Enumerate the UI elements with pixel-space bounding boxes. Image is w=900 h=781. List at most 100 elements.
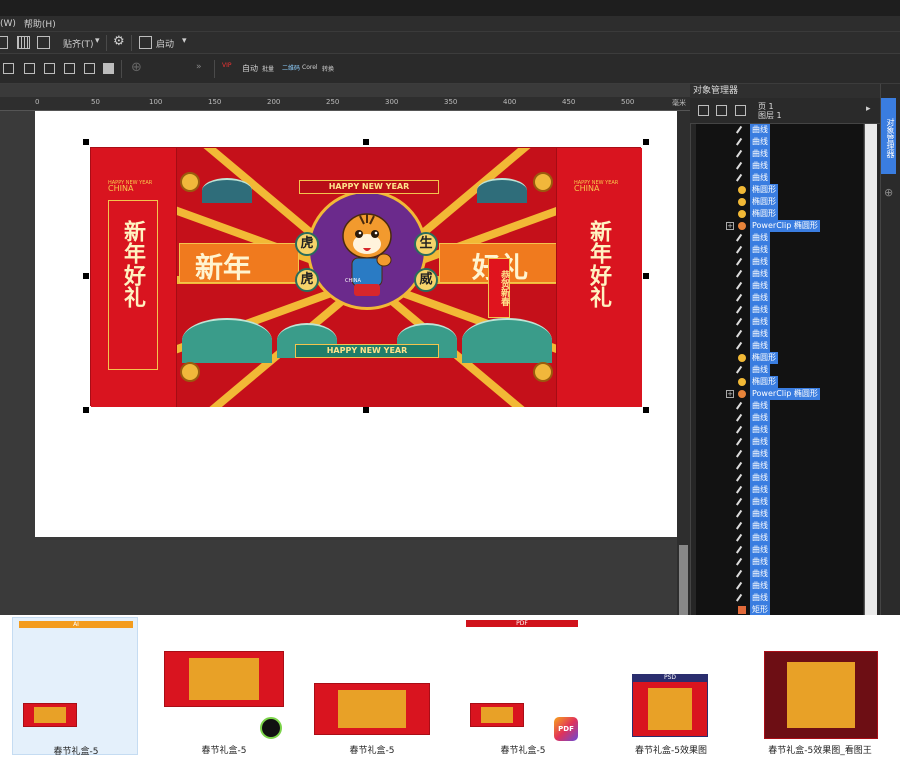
object-tree-row[interactable]: 曲线 — [696, 436, 863, 448]
object-label[interactable]: 曲线 — [750, 520, 770, 532]
add-docker-icon[interactable]: ⊕ — [884, 186, 893, 199]
object-label[interactable]: 曲线 — [750, 424, 770, 436]
expand-icon[interactable]: + — [726, 222, 734, 230]
object-tree-row[interactable]: 曲线 — [696, 328, 863, 340]
object-label[interactable]: 曲线 — [750, 148, 770, 160]
object-label[interactable]: 曲线 — [750, 508, 770, 520]
object-tree-row[interactable]: 椭圆形 — [696, 376, 863, 388]
object-tree-row[interactable]: 曲线 — [696, 148, 863, 160]
object-label[interactable]: 曲线 — [750, 232, 770, 244]
object-label[interactable]: 曲线 — [750, 328, 770, 340]
vip-icon[interactable]: VIP — [222, 63, 232, 69]
object-tree-row[interactable]: 曲线 — [696, 544, 863, 556]
object-label[interactable]: PowerClip 椭圆形 — [750, 388, 820, 400]
object-tree-row[interactable]: 曲线 — [696, 316, 863, 328]
convert-tool-icon[interactable]: 转换 — [322, 64, 334, 73]
selection-handle-left[interactable] — [83, 273, 89, 279]
object-label[interactable]: 曲线 — [750, 532, 770, 544]
object-tree-row[interactable]: 曲线 — [696, 124, 863, 136]
object-label[interactable]: 曲线 — [750, 268, 770, 280]
snap-dropdown-label[interactable]: 贴齐(T) — [63, 37, 94, 50]
object-tree-row[interactable]: 曲线 — [696, 460, 863, 472]
object-tree-row[interactable]: 椭圆形 — [696, 208, 863, 220]
expand-icon[interactable]: + — [726, 390, 734, 398]
object-label[interactable]: 曲线 — [750, 448, 770, 460]
auto-tool-icon[interactable]: 自动 — [242, 63, 258, 74]
file-thumbnail[interactable]: PSD 春节礼盒-5效果图 — [628, 617, 714, 756]
object-label[interactable]: 曲线 — [750, 472, 770, 484]
trim-icon[interactable] — [24, 63, 35, 74]
chevron-down-icon[interactable]: ▾ — [182, 36, 187, 46]
selection-handle-top-left[interactable] — [83, 139, 89, 145]
vertical-scrollbar[interactable] — [677, 111, 690, 615]
gear-icon[interactable]: ⚙ — [113, 34, 125, 49]
selection-handle-right[interactable] — [643, 273, 649, 279]
object-tree-row[interactable]: 曲线 — [696, 472, 863, 484]
object-tree-row[interactable]: + PowerClip 椭圆形 — [696, 388, 863, 400]
object-label[interactable]: 曲线 — [750, 412, 770, 424]
file-thumbnail[interactable]: 春节礼盒-5 — [310, 617, 434, 756]
menu-item-help[interactable]: 帮助(H) — [20, 17, 60, 30]
object-tree-row[interactable]: 曲线 — [696, 340, 863, 352]
object-label[interactable]: PowerClip 椭圆形 — [750, 220, 820, 232]
object-label[interactable]: 曲线 — [750, 364, 770, 376]
object-label[interactable]: 矩形 — [750, 604, 770, 615]
object-tree-row[interactable]: 椭圆形 — [696, 352, 863, 364]
selection-handle-top[interactable] — [363, 139, 369, 145]
layer-manager-icon[interactable] — [716, 105, 727, 116]
chevron-down-icon[interactable]: ▾ — [95, 36, 100, 46]
object-tree-scrollbar[interactable] — [864, 124, 877, 615]
object-tree-row[interactable]: 曲线 — [696, 256, 863, 268]
object-label[interactable]: 曲线 — [750, 484, 770, 496]
selection-handle-bottom[interactable] — [363, 407, 369, 413]
object-tree-row[interactable]: 曲线 — [696, 268, 863, 280]
object-tree-row[interactable]: 曲线 — [696, 244, 863, 256]
launch-dropdown-label[interactable]: 启动 — [156, 37, 174, 50]
object-tree-row[interactable]: 曲线 — [696, 304, 863, 316]
grid-toggle-icon[interactable] — [0, 36, 8, 49]
menu-item-window[interactable]: (W) — [0, 19, 20, 29]
object-label[interactable]: 曲线 — [750, 580, 770, 592]
object-label[interactable]: 椭圆形 — [750, 208, 778, 220]
object-label[interactable]: 椭圆形 — [750, 196, 778, 208]
object-tree-row[interactable]: 曲线 — [696, 508, 863, 520]
object-label[interactable]: 椭圆形 — [750, 352, 778, 364]
file-thumbnail[interactable]: 春节礼盒-5 — [160, 617, 288, 756]
object-tree-row[interactable]: 曲线 — [696, 580, 863, 592]
boundary-icon[interactable] — [103, 63, 114, 74]
object-label[interactable]: 曲线 — [750, 460, 770, 472]
batch-tool-icon[interactable]: 批量 — [262, 64, 274, 73]
object-tree-row[interactable]: 曲线 — [696, 568, 863, 580]
object-tree[interactable]: 曲线 曲线 曲线 曲线 曲线 椭圆形 椭圆形 椭圆形 + PowerClip 椭圆形 曲线 曲线 曲线曲… — [696, 124, 863, 615]
qrcode-tool-icon[interactable]: 二维码 — [282, 63, 300, 72]
object-tree-row[interactable]: 曲线 — [696, 172, 863, 184]
horizontal-ruler[interactable]: 0 50 100 150 200 250 300 350 400 450 500… — [0, 97, 690, 111]
object-label[interactable]: 椭圆形 — [750, 184, 778, 196]
object-tree-row[interactable]: 曲线 — [696, 556, 863, 568]
object-label[interactable]: 曲线 — [750, 292, 770, 304]
object-label[interactable]: 曲线 — [750, 544, 770, 556]
object-tree-row[interactable]: 曲线 — [696, 160, 863, 172]
object-tree-row[interactable]: 曲线 — [696, 592, 863, 604]
layer-options-icon[interactable] — [735, 105, 746, 116]
object-label[interactable]: 曲线 — [750, 568, 770, 580]
object-label[interactable]: 曲线 — [750, 280, 770, 292]
object-tree-row[interactable]: 曲线 — [696, 280, 863, 292]
selection-handle-bottom-left[interactable] — [83, 407, 89, 413]
object-label[interactable]: 曲线 — [750, 160, 770, 172]
object-tree-row[interactable]: 曲线 — [696, 292, 863, 304]
object-label[interactable]: 曲线 — [750, 172, 770, 184]
object-tree-row[interactable]: 曲线 — [696, 364, 863, 376]
object-tree-row[interactable]: 曲线 — [696, 412, 863, 424]
object-label[interactable]: 曲线 — [750, 436, 770, 448]
vertical-scrollbar-thumb[interactable] — [679, 545, 688, 615]
object-label[interactable]: 曲线 — [750, 136, 770, 148]
object-tree-row[interactable]: 矩形 — [696, 604, 863, 615]
object-label[interactable]: 曲线 — [750, 592, 770, 604]
object-tree-row[interactable]: 曲线 — [696, 448, 863, 460]
guidelines-icon[interactable] — [37, 36, 50, 49]
object-tree-row[interactable]: 椭圆形 — [696, 184, 863, 196]
object-tree-row[interactable]: 曲线 — [696, 136, 863, 148]
object-label[interactable]: 曲线 — [750, 340, 770, 352]
selection-handle-top-right[interactable] — [643, 139, 649, 145]
